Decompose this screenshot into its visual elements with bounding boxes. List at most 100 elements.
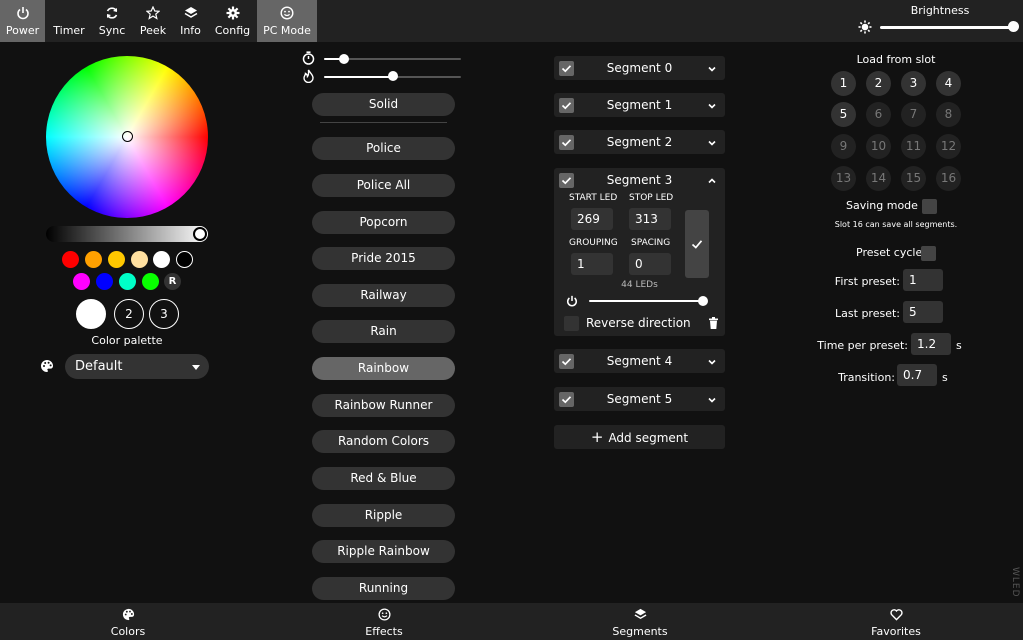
- brightness-slider-knob[interactable]: [1008, 21, 1020, 32]
- effect-button[interactable]: Rain: [312, 320, 455, 343]
- preset-slot-12-button[interactable]: 12: [936, 134, 961, 159]
- preset-slot-9-button[interactable]: 9: [831, 134, 856, 159]
- brightness-slider[interactable]: [880, 26, 1015, 29]
- color-wheel-cursor[interactable]: [122, 131, 133, 142]
- nav-sync-button[interactable]: Sync: [92, 0, 132, 42]
- preset-slot-2-button[interactable]: 2: [866, 71, 891, 96]
- spacing-input[interactable]: 0: [629, 253, 671, 275]
- effect-button[interactable]: Railway: [312, 284, 455, 307]
- effect-button[interactable]: Ripple Rainbow: [312, 540, 455, 563]
- tab-colors[interactable]: Colors: [0, 603, 256, 640]
- chevron-down-icon[interactable]: [707, 356, 717, 370]
- preset-slot-7-button[interactable]: 7: [901, 102, 926, 127]
- effect-button[interactable]: Ripple: [312, 504, 455, 527]
- chevron-up-icon[interactable]: [707, 175, 717, 189]
- segment-2-row[interactable]: Segment 2: [554, 130, 725, 154]
- effect-button[interactable]: Random Colors: [312, 430, 455, 453]
- palette-select[interactable]: Default: [65, 354, 209, 379]
- segment-brightness-knob[interactable]: [698, 296, 708, 306]
- intensity-slider-knob[interactable]: [387, 71, 398, 81]
- nav-pc-mode-button[interactable]: PC Mode: [257, 0, 317, 42]
- chevron-down-icon[interactable]: [707, 63, 717, 77]
- color-slot-2-button[interactable]: 2: [114, 299, 144, 329]
- speed-slider-knob[interactable]: [339, 54, 350, 64]
- intensity-slider-fill: [324, 76, 392, 78]
- effect-button-selected[interactable]: Rainbow: [312, 357, 455, 380]
- effect-solid-button[interactable]: Solid: [312, 93, 455, 116]
- preset-slot-4-button[interactable]: 4: [936, 71, 961, 96]
- effect-button[interactable]: Popcorn: [312, 211, 455, 234]
- nav-peek-label: Peek: [139, 24, 167, 37]
- effect-button[interactable]: Rainbow Runner: [312, 394, 455, 417]
- color-swatch[interactable]: [108, 251, 125, 268]
- preset-cycle-checkbox[interactable]: [921, 246, 936, 261]
- preset-slot-13-button[interactable]: 13: [831, 166, 856, 191]
- segment-4-row[interactable]: Segment 4: [554, 349, 725, 373]
- preset-slot-3-button[interactable]: 3: [901, 71, 926, 96]
- sync-icon: [92, 6, 132, 22]
- segment-5-row[interactable]: Segment 5: [554, 387, 725, 411]
- tab-segments[interactable]: Segments: [512, 603, 768, 640]
- last-preset-input[interactable]: 5: [903, 301, 943, 323]
- effect-button[interactable]: Running: [312, 577, 455, 600]
- color-swatch[interactable]: [62, 251, 79, 268]
- add-segment-button[interactable]: + Add segment: [554, 425, 725, 449]
- preset-slot-14-button[interactable]: 14: [866, 166, 891, 191]
- color-slot-1-button[interactable]: [76, 299, 106, 329]
- color-swatch[interactable]: [153, 251, 170, 268]
- transition-unit: s: [942, 371, 948, 384]
- effect-button[interactable]: Police All: [312, 174, 455, 197]
- color-swatch[interactable]: [73, 273, 90, 290]
- check-icon: [691, 240, 703, 249]
- preset-slot-11-button[interactable]: 11: [901, 134, 926, 159]
- saving-mode-label: Saving mode: [846, 199, 918, 212]
- first-preset-input[interactable]: 1: [903, 269, 943, 291]
- preset-slot-16-button[interactable]: 16: [936, 166, 961, 191]
- smiley-icon: [256, 608, 512, 621]
- nav-config-button[interactable]: Config: [210, 0, 255, 42]
- chevron-down-icon[interactable]: [707, 394, 717, 408]
- color-slot-3-button[interactable]: 3: [149, 299, 179, 329]
- color-swatch[interactable]: [176, 251, 193, 268]
- effect-button[interactable]: Police: [312, 137, 455, 160]
- segment-0-row[interactable]: Segment 0: [554, 56, 725, 80]
- effect-button[interactable]: Red & Blue: [312, 467, 455, 490]
- tab-favorites[interactable]: Favorites: [768, 603, 1023, 640]
- color-value-slider-knob[interactable]: [193, 227, 207, 241]
- chevron-down-icon[interactable]: [707, 100, 717, 114]
- star-icon: [134, 6, 172, 22]
- reverse-direction-checkbox[interactable]: [564, 316, 579, 331]
- start-led-input[interactable]: 269: [571, 208, 613, 230]
- stop-led-input[interactable]: 313: [629, 208, 671, 230]
- preset-slot-5-button[interactable]: 5: [831, 102, 856, 127]
- segment-brightness-slider[interactable]: [589, 300, 707, 302]
- preset-slot-10-button[interactable]: 10: [866, 134, 891, 159]
- transition-input[interactable]: 0.7: [897, 364, 937, 386]
- preset-slot-1-button[interactable]: 1: [831, 71, 856, 96]
- nav-info-button[interactable]: Info: [174, 0, 207, 42]
- time-per-preset-input[interactable]: 1.2: [911, 333, 951, 355]
- segment-1-row[interactable]: Segment 1: [554, 93, 725, 117]
- nav-peek-button[interactable]: Peek: [134, 0, 172, 42]
- nav-timer-button[interactable]: Timer: [48, 0, 90, 42]
- preset-slot-15-button[interactable]: 15: [901, 166, 926, 191]
- segment-apply-button[interactable]: [685, 210, 709, 278]
- effect-button[interactable]: Pride 2015: [312, 247, 455, 270]
- tab-effects[interactable]: Effects: [256, 603, 512, 640]
- power-icon[interactable]: [566, 295, 578, 310]
- color-value-slider[interactable]: [46, 226, 208, 242]
- tab-segments-label: Segments: [612, 625, 668, 638]
- random-color-button[interactable]: R: [164, 273, 181, 290]
- preset-slot-8-button[interactable]: 8: [936, 102, 961, 127]
- color-swatch[interactable]: [96, 273, 113, 290]
- grouping-input[interactable]: 1: [571, 253, 613, 275]
- trash-icon[interactable]: [708, 317, 719, 332]
- chevron-down-icon[interactable]: [707, 137, 717, 151]
- color-swatch[interactable]: [85, 251, 102, 268]
- color-swatch[interactable]: [142, 273, 159, 290]
- preset-slot-6-button[interactable]: 6: [866, 102, 891, 127]
- saving-mode-checkbox[interactable]: [922, 199, 937, 214]
- color-swatch[interactable]: [119, 273, 136, 290]
- nav-power-button[interactable]: Power: [0, 0, 45, 42]
- color-swatch[interactable]: [131, 251, 148, 268]
